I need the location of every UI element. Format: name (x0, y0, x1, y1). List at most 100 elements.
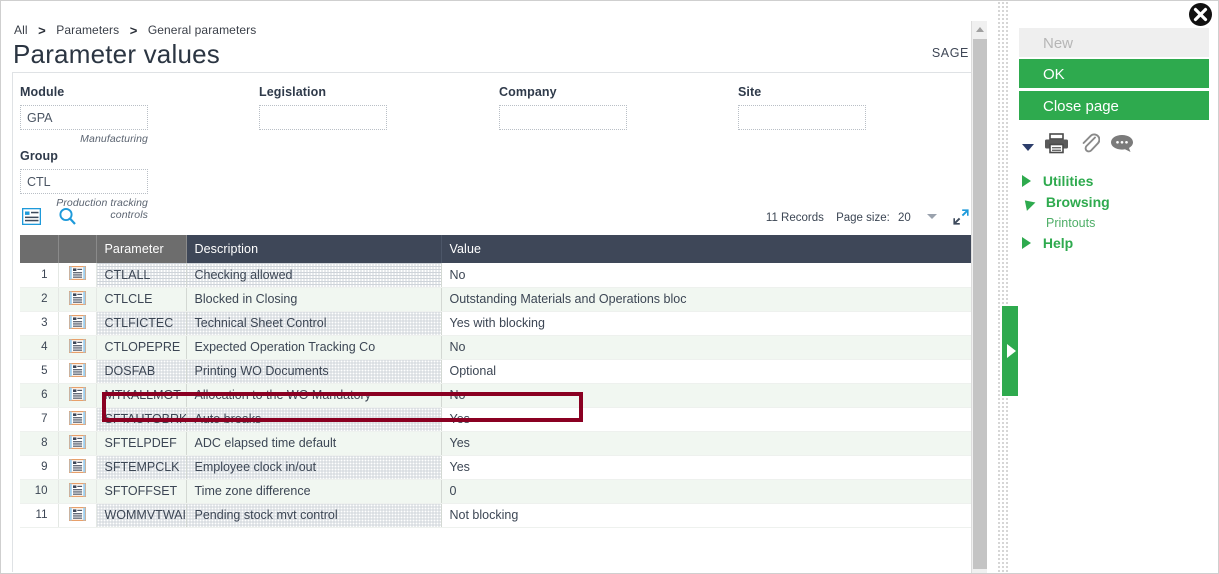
breadcrumb-separator-icon: > (129, 23, 138, 38)
table-row[interactable]: 1 CTLALL Checking allowed No (20, 263, 972, 288)
cell-parameter[interactable]: SFTOFFSET (96, 479, 187, 504)
cell-parameter[interactable]: SFTELPDEF (96, 431, 187, 456)
cell-description[interactable]: Pending stock mvt control (186, 503, 442, 528)
chevron-down-icon[interactable] (927, 214, 937, 220)
record-detail-icon[interactable] (58, 287, 97, 312)
cell-description[interactable]: Allocation to the WO Mandatory (186, 383, 442, 408)
cell-value[interactable]: Not blocking (441, 503, 972, 528)
table-row[interactable]: 10 SFTOFFSET Time zone difference 0 (20, 479, 972, 504)
breadcrumb-item-general-parameters[interactable]: General parameters (148, 23, 257, 37)
table-row[interactable]: 3 CTLFICTEC Technical Sheet Control Yes wit… (20, 311, 972, 336)
cell-value[interactable]: No (441, 335, 972, 360)
site-input[interactable] (738, 105, 866, 130)
row-number: 9 (20, 455, 59, 480)
column-header-description[interactable]: Description (186, 235, 442, 263)
cell-description[interactable]: Technical Sheet Control (186, 311, 442, 336)
cell-parameter[interactable]: SFTEMPCLK (96, 455, 187, 480)
close-page-button[interactable]: Close page (1019, 91, 1209, 120)
cell-parameter[interactable]: CTLOPEPRE (96, 335, 187, 360)
dropdown-caret-icon[interactable] (1022, 144, 1034, 151)
scrollbar-thumb[interactable] (973, 39, 987, 569)
record-detail-icon[interactable] (58, 455, 97, 480)
record-detail-icon[interactable] (58, 311, 97, 336)
record-detail-icon[interactable] (58, 431, 97, 456)
column-header-parameter[interactable]: Parameter (96, 235, 187, 263)
cell-value[interactable]: Yes with blocking (441, 311, 972, 336)
cell-description[interactable]: Printing WO Documents (186, 359, 442, 384)
ok-button[interactable]: OK (1019, 59, 1209, 88)
cell-description[interactable]: ADC elapsed time default (186, 431, 442, 456)
cell-parameter[interactable]: DOSFAB (96, 359, 187, 384)
close-icon[interactable] (1189, 3, 1212, 26)
cell-parameter[interactable]: SFTAUTOBRK (96, 407, 187, 432)
module-input[interactable] (20, 105, 148, 130)
comment-icon[interactable] (1110, 133, 1134, 158)
cell-parameter[interactable]: MTKALLMGT (96, 383, 187, 408)
record-detail-icon[interactable] (58, 407, 97, 432)
table-row[interactable]: 4 CTLOPEPRE Expected Operation Tracking Co… (20, 335, 972, 360)
cell-parameter[interactable]: CTLFICTEC (96, 311, 187, 336)
table-row[interactable]: 5 DOSFAB Printing WO Documents Optional (20, 359, 972, 384)
legislation-input[interactable] (259, 105, 387, 130)
table-row[interactable]: 11 WOMMVTWAI Pending stock mvt control Not … (20, 503, 972, 528)
chevron-down-icon (1020, 195, 1036, 211)
group-input[interactable] (20, 169, 148, 194)
column-header-icon[interactable] (58, 235, 97, 263)
table-row[interactable]: 7 SFTAUTOBRK Auto breaks Yes (20, 407, 972, 432)
row-number: 4 (20, 335, 59, 360)
cell-value[interactable]: Optional (441, 359, 972, 384)
record-detail-icon[interactable] (58, 263, 97, 288)
panel-divider (997, 1, 1008, 573)
cell-value[interactable]: Yes (441, 455, 972, 480)
vertical-scrollbar[interactable] (971, 21, 987, 573)
company-input[interactable] (499, 105, 627, 130)
expand-icon[interactable] (953, 209, 969, 225)
page-size-value[interactable]: 20 (898, 212, 911, 224)
cell-parameter[interactable]: CTLALL (96, 263, 187, 288)
cell-value[interactable]: Outstanding Materials and Operations blo… (441, 287, 972, 312)
search-icon[interactable] (58, 207, 77, 231)
cell-description[interactable]: Time zone difference (186, 479, 442, 504)
sidebar-item-printouts[interactable]: Printouts (1022, 213, 1212, 233)
record-detail-icon[interactable] (58, 359, 97, 384)
scroll-up-arrow-icon[interactable] (972, 21, 987, 38)
cell-parameter[interactable]: CTLCLE (96, 287, 187, 312)
table-row[interactable]: 8 SFTELPDEF ADC elapsed time default Yes (20, 431, 972, 456)
row-number: 6 (20, 383, 59, 408)
field-group-label: Group (20, 149, 58, 163)
breadcrumb-item-parameters[interactable]: Parameters (56, 23, 119, 37)
record-detail-icon[interactable] (58, 335, 97, 360)
record-detail-icon[interactable] (58, 383, 97, 408)
record-detail-icon[interactable] (58, 479, 97, 504)
cell-description[interactable]: Auto breaks (186, 407, 442, 432)
row-number: 3 (20, 311, 59, 336)
cell-value[interactable]: Yes (441, 431, 972, 456)
cell-description[interactable]: Expected Operation Tracking Co (186, 335, 442, 360)
table-row[interactable]: 6 MTKALLMGT Allocation to the WO Mandatory… (20, 383, 972, 408)
record-detail-icon[interactable] (58, 503, 97, 528)
attachment-icon[interactable] (1080, 132, 1101, 159)
sidebar-item-utilities[interactable]: Utilities (1022, 171, 1212, 192)
cell-description[interactable]: Blocked in Closing (186, 287, 442, 312)
sidebar-item-label: Utilities (1042, 173, 1094, 189)
cell-parameter[interactable]: WOMMVTWAI (96, 503, 187, 528)
breadcrumb-item-all[interactable]: All (14, 23, 28, 37)
table-header-row: Parameter Description Value (20, 235, 972, 263)
table-row[interactable]: 2 CTLCLE Blocked in Closing Outstanding Mat… (20, 287, 972, 312)
cell-value[interactable]: No (441, 383, 972, 408)
sidebar-item-help[interactable]: Help (1022, 233, 1212, 254)
column-header-value[interactable]: Value (441, 235, 972, 263)
cell-description[interactable]: Employee clock in/out (186, 455, 442, 480)
table-row[interactable]: 9 SFTEMPCLK Employee clock in/out Yes (20, 455, 972, 480)
new-button[interactable]: New (1019, 28, 1209, 57)
print-icon[interactable] (1044, 132, 1069, 159)
grid-view-icon[interactable] (21, 207, 42, 230)
sidebar-item-label: Help (1042, 235, 1074, 251)
sidebar-item-browsing[interactable]: Browsing (1020, 192, 1212, 213)
collapse-panel-icon[interactable] (1002, 306, 1018, 396)
column-header-rownum[interactable] (20, 235, 59, 263)
cell-description[interactable]: Checking allowed (186, 263, 442, 288)
cell-value[interactable]: Yes (441, 407, 972, 432)
cell-value[interactable]: 0 (441, 479, 972, 504)
cell-value[interactable]: No (441, 263, 972, 288)
